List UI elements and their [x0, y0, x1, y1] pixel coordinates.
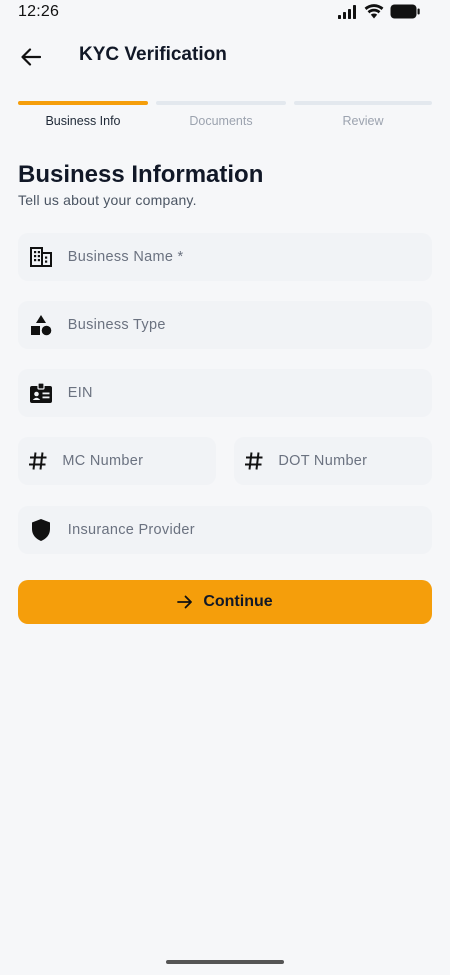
- business-type-input[interactable]: [67, 317, 432, 333]
- status-bar: 12:26: [0, 0, 450, 26]
- wifi-icon: [364, 4, 384, 19]
- section-title: Business Information: [18, 161, 264, 188]
- business-name-input[interactable]: [67, 249, 432, 265]
- back-button[interactable]: [14, 40, 48, 74]
- dot-number-input[interactable]: [278, 453, 432, 469]
- step-business-info[interactable]: Business Info: [18, 101, 148, 128]
- step-progress-bar: [18, 101, 148, 105]
- app-bar: KYC Verification: [0, 30, 450, 82]
- battery-icon: [390, 4, 420, 19]
- shapes-icon: [18, 314, 64, 336]
- step-label: Documents: [189, 114, 253, 128]
- status-icons: [338, 4, 420, 19]
- section-subtitle: Tell us about your company.: [18, 192, 197, 208]
- page-title: KYC Verification: [79, 44, 227, 65]
- mc-number-input[interactable]: [62, 453, 216, 469]
- step-review[interactable]: Review: [294, 101, 432, 128]
- shield-icon: [18, 518, 64, 542]
- insurance-provider-field[interactable]: [18, 506, 432, 554]
- arrow-forward-icon: [177, 595, 193, 609]
- hash-icon: [18, 451, 58, 471]
- signal-icon: [338, 4, 356, 19]
- step-label: Review: [342, 114, 384, 128]
- building-icon: [18, 247, 64, 267]
- continue-label: Continue: [203, 593, 273, 610]
- arrow-back-icon: [21, 48, 41, 66]
- ein-field[interactable]: [18, 369, 432, 417]
- business-type-field[interactable]: [18, 301, 432, 349]
- badge-icon: [18, 382, 64, 404]
- step-documents[interactable]: Documents: [156, 101, 286, 128]
- ein-input[interactable]: [67, 385, 432, 401]
- business-name-field[interactable]: [18, 233, 432, 281]
- step-label: Business Info: [45, 114, 121, 128]
- mc-number-field[interactable]: [18, 437, 216, 485]
- home-indicator[interactable]: [166, 960, 284, 964]
- continue-button[interactable]: Continue: [18, 580, 432, 624]
- dot-number-field[interactable]: [234, 437, 432, 485]
- insurance-provider-input[interactable]: [67, 522, 432, 538]
- step-progress-bar: [156, 101, 286, 105]
- step-progress-bar: [294, 101, 432, 105]
- stepper: Business Info Documents Review: [18, 101, 432, 131]
- hash-icon: [234, 451, 274, 471]
- status-time: 12:26: [18, 3, 60, 20]
